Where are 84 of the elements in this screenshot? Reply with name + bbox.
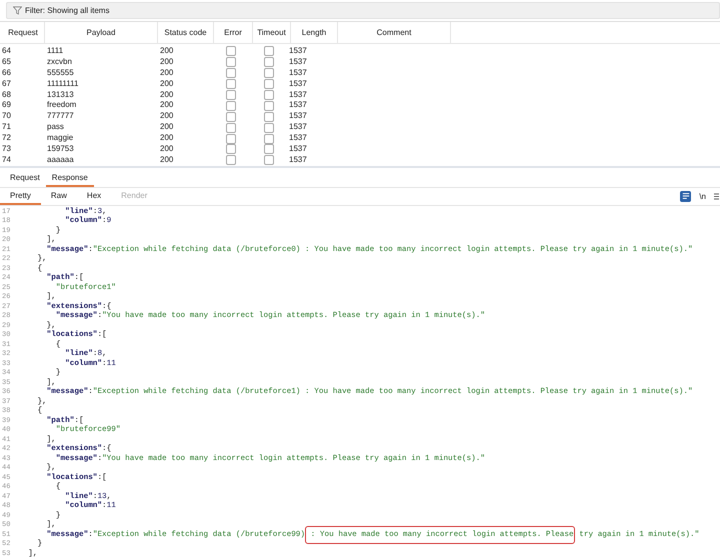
filter-icon xyxy=(13,6,22,15)
table-cell-text: 1537 xyxy=(288,46,308,57)
checkbox[interactable] xyxy=(264,122,274,133)
checkbox[interactable] xyxy=(264,90,274,100)
checkbox[interactable] xyxy=(226,134,236,144)
table-cell-text: 200 xyxy=(159,144,174,155)
table-cell-text: 70 xyxy=(1,111,12,122)
menu-icon[interactable] xyxy=(714,192,719,201)
column-header[interactable]: Comment xyxy=(338,22,451,43)
checkbox[interactable] xyxy=(226,68,236,78)
column-header[interactable]: Timeout xyxy=(253,22,291,43)
checkbox[interactable] xyxy=(264,57,274,68)
table-cell-text: 200 xyxy=(159,154,174,166)
checkbox[interactable] xyxy=(226,155,236,166)
checkbox[interactable] xyxy=(226,46,236,56)
table-cell-text: pass xyxy=(46,122,65,134)
table-cell-text: 159753 xyxy=(46,144,75,155)
table-cell-text: 1537 xyxy=(288,68,308,79)
table-cell-text: 200 xyxy=(159,122,174,134)
tab[interactable]: Request xyxy=(4,170,46,187)
table-cell-text: 71 xyxy=(1,122,12,134)
checkbox[interactable] xyxy=(226,79,236,90)
tab[interactable]: Hex xyxy=(76,188,112,205)
table-cell-text: 1537 xyxy=(288,133,308,144)
checkbox[interactable] xyxy=(264,112,274,122)
table-cell-text: 200 xyxy=(159,78,174,90)
table-cell-text: 72 xyxy=(1,133,12,144)
checkbox[interactable] xyxy=(226,144,236,154)
table-cell-text: zxcvbn xyxy=(46,56,73,68)
table-cell-text: 1537 xyxy=(288,56,308,68)
table-cell-text: 1537 xyxy=(288,122,308,134)
table-cell-text: 200 xyxy=(159,46,174,57)
table-cell-text: 200 xyxy=(159,133,174,144)
table-cell-text: 68 xyxy=(1,90,12,100)
checkbox[interactable] xyxy=(264,79,274,90)
table-cell-text: 66 xyxy=(1,68,12,79)
tab[interactable]: Response xyxy=(46,170,94,187)
table-cell-text: 11111111 xyxy=(46,78,80,90)
table-cell-text: 777777 xyxy=(46,111,75,122)
column-header[interactable]: Request xyxy=(0,22,45,43)
column-header[interactable]: Error xyxy=(214,22,253,43)
checkbox[interactable] xyxy=(264,46,274,56)
checkbox[interactable] xyxy=(226,112,236,122)
checkbox[interactable] xyxy=(264,68,274,78)
table-cell-text: 1537 xyxy=(288,154,308,166)
table-cell-text: 200 xyxy=(159,100,174,112)
table-cell-text: 1537 xyxy=(288,90,308,100)
table-cell-text: 1537 xyxy=(288,100,308,112)
tab[interactable]: Pretty xyxy=(0,188,41,205)
table-cell-text: maggie xyxy=(46,133,74,144)
column-header[interactable]: Payload xyxy=(45,22,158,43)
table-cell-text: 73 xyxy=(1,144,12,155)
table-cell-text: aaaaaa xyxy=(46,154,75,166)
table-cell-text: 64 xyxy=(1,46,12,57)
table-cell-text: 200 xyxy=(159,68,174,79)
table-cell-text: freedom xyxy=(46,100,78,112)
wrap-toggle-button[interactable] xyxy=(680,190,692,202)
checkbox[interactable] xyxy=(226,100,236,111)
tab[interactable]: Raw xyxy=(40,188,77,205)
checkbox[interactable] xyxy=(226,122,236,133)
checkbox[interactable] xyxy=(226,90,236,100)
table-cell-text: 200 xyxy=(159,111,174,122)
checkbox[interactable] xyxy=(264,155,274,166)
table-cell-text: 200 xyxy=(159,56,174,68)
checkbox[interactable] xyxy=(226,57,236,68)
filter-bar[interactable]: Filter: Showing all items xyxy=(6,2,720,19)
table-cell-text: 1111 xyxy=(46,46,64,57)
newline-button[interactable]: \n xyxy=(699,192,706,201)
table-cell-text: 67 xyxy=(1,78,12,90)
column-header[interactable]: Status code xyxy=(158,22,214,43)
table-cell-text: 1537 xyxy=(288,111,308,122)
table-cell-text: 74 xyxy=(1,154,12,166)
table-cell-text: 555555 xyxy=(46,68,75,79)
table-cell-text: 200 xyxy=(159,90,174,100)
table-cell-text: 65 xyxy=(1,56,12,68)
filter-label: Filter: Showing all items xyxy=(25,6,110,15)
table-cell-text: 69 xyxy=(1,100,12,112)
table-cell-text: 131313 xyxy=(46,90,75,100)
column-header[interactable]: Length xyxy=(291,22,338,43)
checkbox[interactable] xyxy=(264,144,274,154)
table-cell-text: 1537 xyxy=(288,78,308,90)
checkbox[interactable] xyxy=(264,100,274,111)
table-cell-text: 1537 xyxy=(288,144,308,155)
checkbox[interactable] xyxy=(264,134,274,144)
